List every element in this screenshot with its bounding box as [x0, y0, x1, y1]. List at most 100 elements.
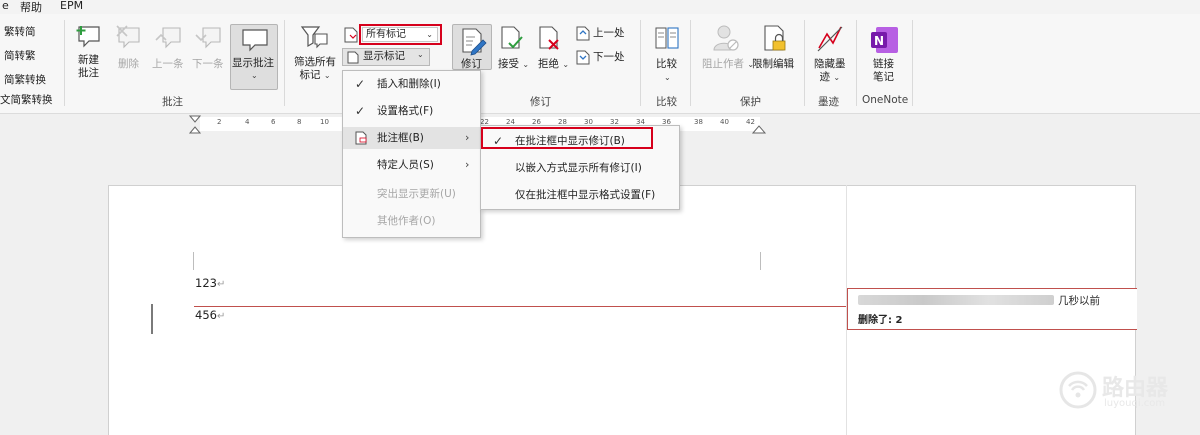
chevron-down-icon: ⌄ — [522, 60, 530, 69]
link-notes-label[interactable]: 链接 笔记 — [873, 58, 894, 84]
to-simplified-button[interactable]: 繁转简 — [4, 26, 36, 39]
author-name-redacted — [858, 295, 1054, 305]
chevron-down-icon: ⌄ — [664, 73, 671, 82]
new-comment-label[interactable]: 新建 批注 — [78, 54, 99, 80]
document-line[interactable]: 456↵ — [195, 308, 225, 322]
menu-item-other-authors: 其他作者(O) — [343, 210, 480, 232]
menu-tab-partial[interactable]: e — [2, 0, 9, 12]
menu-item-formatting[interactable]: ✓ 设置格式(F) — [343, 100, 480, 122]
restrict-editing-icon[interactable] — [762, 24, 790, 54]
document-line[interactable]: 123↵ — [195, 276, 225, 290]
show-markup-label: 显示标记 — [363, 50, 405, 62]
group-separator — [640, 20, 641, 106]
compare-label[interactable]: 比较 ⌄ — [656, 58, 677, 84]
reject-change-label[interactable]: 拒绝 ⌄ — [538, 58, 569, 71]
markup-view-icon — [344, 27, 358, 43]
filter-markup-label[interactable]: 筛选所有 标记 ⌄ — [294, 56, 336, 82]
compare-group-label: 比较 — [656, 96, 677, 108]
check-icon: ✓ — [355, 104, 366, 118]
change-bar — [151, 304, 153, 334]
watermark-url: luyouqi.com — [1104, 398, 1166, 409]
document-icon — [347, 51, 359, 64]
to-traditional-button[interactable]: 简转繁 — [4, 50, 36, 63]
ruler-tick: 2 — [217, 118, 222, 126]
previous-comment-icon — [155, 27, 181, 49]
ruler-tick: 6 — [271, 118, 276, 126]
accept-change-label[interactable]: 接受 ⌄ — [498, 58, 529, 71]
track-changes-button[interactable]: 修订 — [452, 24, 492, 70]
ruler-tick: 10 — [320, 118, 329, 126]
previous-change-icon — [576, 26, 590, 41]
next-change-icon — [576, 50, 590, 65]
ruler-tick: 40 — [720, 118, 729, 126]
show-comments-icon — [242, 29, 268, 52]
menu-tab-help[interactable]: 帮助 — [20, 0, 42, 15]
balloon-change-text: 删除了: 2 — [858, 315, 903, 326]
menu-item-insertions-deletions[interactable]: ✓ 插入和删除(I) — [343, 73, 480, 95]
menu-item-label: 突出显示更新(U) — [377, 188, 456, 200]
markup-dropdown-highlight — [359, 24, 442, 45]
menu-item-balloons[interactable]: 批注框(B) › — [343, 127, 480, 149]
previous-change-label: 上一处 — [593, 27, 625, 39]
onenote-icon[interactable]: N — [870, 25, 900, 55]
next-comment-icon — [195, 27, 221, 49]
menu-bar: e 帮助 EPM — [0, 0, 1200, 14]
menu-item-label: 设置格式(F) — [377, 105, 434, 117]
menu-item-label: 其他作者(O) — [377, 215, 436, 227]
restrict-editing-label[interactable]: 限制编辑 — [752, 58, 794, 71]
chevron-down-icon: ⌄ — [417, 50, 424, 59]
balloons-option-highlight — [481, 127, 653, 149]
menu-item-label: 特定人员(S) — [377, 159, 434, 171]
ribbon-review: 繁转简 简转繁 简繁转换 文简繁转换 新建 批注 删除 上一条 下一条 显示批注 … — [0, 14, 1200, 114]
paragraph-mark: ↵ — [216, 279, 226, 290]
accept-change-icon[interactable] — [500, 26, 526, 54]
menu-item-specific-people[interactable]: 特定人员(S) › — [343, 154, 480, 176]
revision-balloon[interactable]: 几秒以前 删除了: 2 — [847, 288, 1137, 330]
filter-markup-icon[interactable] — [300, 24, 330, 52]
submenu-item-formatting-only-in-balloons[interactable]: 仅在批注框中显示格式设置(F) — [481, 184, 679, 206]
delete-comment-icon — [116, 25, 140, 49]
right-indent-marker-icon[interactable] — [752, 122, 766, 134]
hide-ink-label[interactable]: 隐藏墨迹 ⌄ — [814, 58, 846, 84]
show-comments-label: 显示批注 — [232, 57, 274, 69]
show-markup-menu: ✓ 插入和删除(I) ✓ 设置格式(F) 批注框(B) › 特定人员(S) › … — [342, 70, 481, 238]
ruler-tick: 4 — [245, 118, 250, 126]
hide-ink-icon[interactable] — [816, 24, 844, 54]
chevron-down-icon: ⌄ — [833, 73, 841, 82]
menu-item-label: 插入和删除(I) — [377, 78, 441, 90]
router-logo-icon — [1059, 371, 1097, 409]
balloons-icon — [355, 131, 367, 145]
new-comment-icon[interactable] — [74, 24, 104, 50]
paragraph-mark: ↵ — [216, 311, 226, 322]
group-separator — [284, 20, 285, 106]
group-separator — [912, 20, 913, 106]
block-authors-icon — [713, 25, 739, 51]
balloon-connector-line — [194, 306, 846, 307]
ruler-tick: 38 — [694, 118, 703, 126]
show-comments-button[interactable]: 显示批注 ⌄ — [230, 24, 278, 90]
show-markup-button[interactable]: 显示标记 ⌄ — [342, 48, 430, 66]
chevron-right-icon: › — [465, 131, 470, 144]
group-separator — [64, 20, 65, 106]
chevron-down-icon: ⌄ — [323, 71, 331, 80]
convert-button[interactable]: 简繁转换 — [4, 74, 46, 87]
check-icon: ✓ — [355, 77, 366, 91]
compare-icon[interactable] — [654, 26, 680, 54]
indent-marker-icon[interactable] — [189, 115, 201, 137]
chevron-down-icon: ⌄ — [251, 71, 258, 80]
menu-item-label: 以嵌入方式显示所有修订(I) — [515, 162, 642, 174]
chevron-down-icon: ⌄ — [562, 60, 570, 69]
track-changes-icon — [462, 28, 487, 56]
svg-text:N: N — [874, 34, 884, 48]
next-change-label: 下一处 — [593, 51, 625, 63]
chinese-convert-group-label: 文简繁转换 — [0, 94, 53, 106]
block-authors-label: 阻止作者 ⌄ — [702, 58, 755, 70]
margin-corner-mark — [193, 252, 194, 270]
comments-group-label: 批注 — [162, 96, 183, 108]
menu-tab-epm[interactable]: EPM — [60, 0, 83, 12]
reject-change-icon[interactable] — [538, 26, 564, 54]
next-comment-label: 下一条 — [192, 58, 224, 70]
menu-item-label: 仅在批注框中显示格式设置(F) — [515, 189, 656, 201]
submenu-item-show-inline[interactable]: 以嵌入方式显示所有修订(I) — [481, 157, 679, 179]
chevron-right-icon: › — [465, 158, 470, 171]
